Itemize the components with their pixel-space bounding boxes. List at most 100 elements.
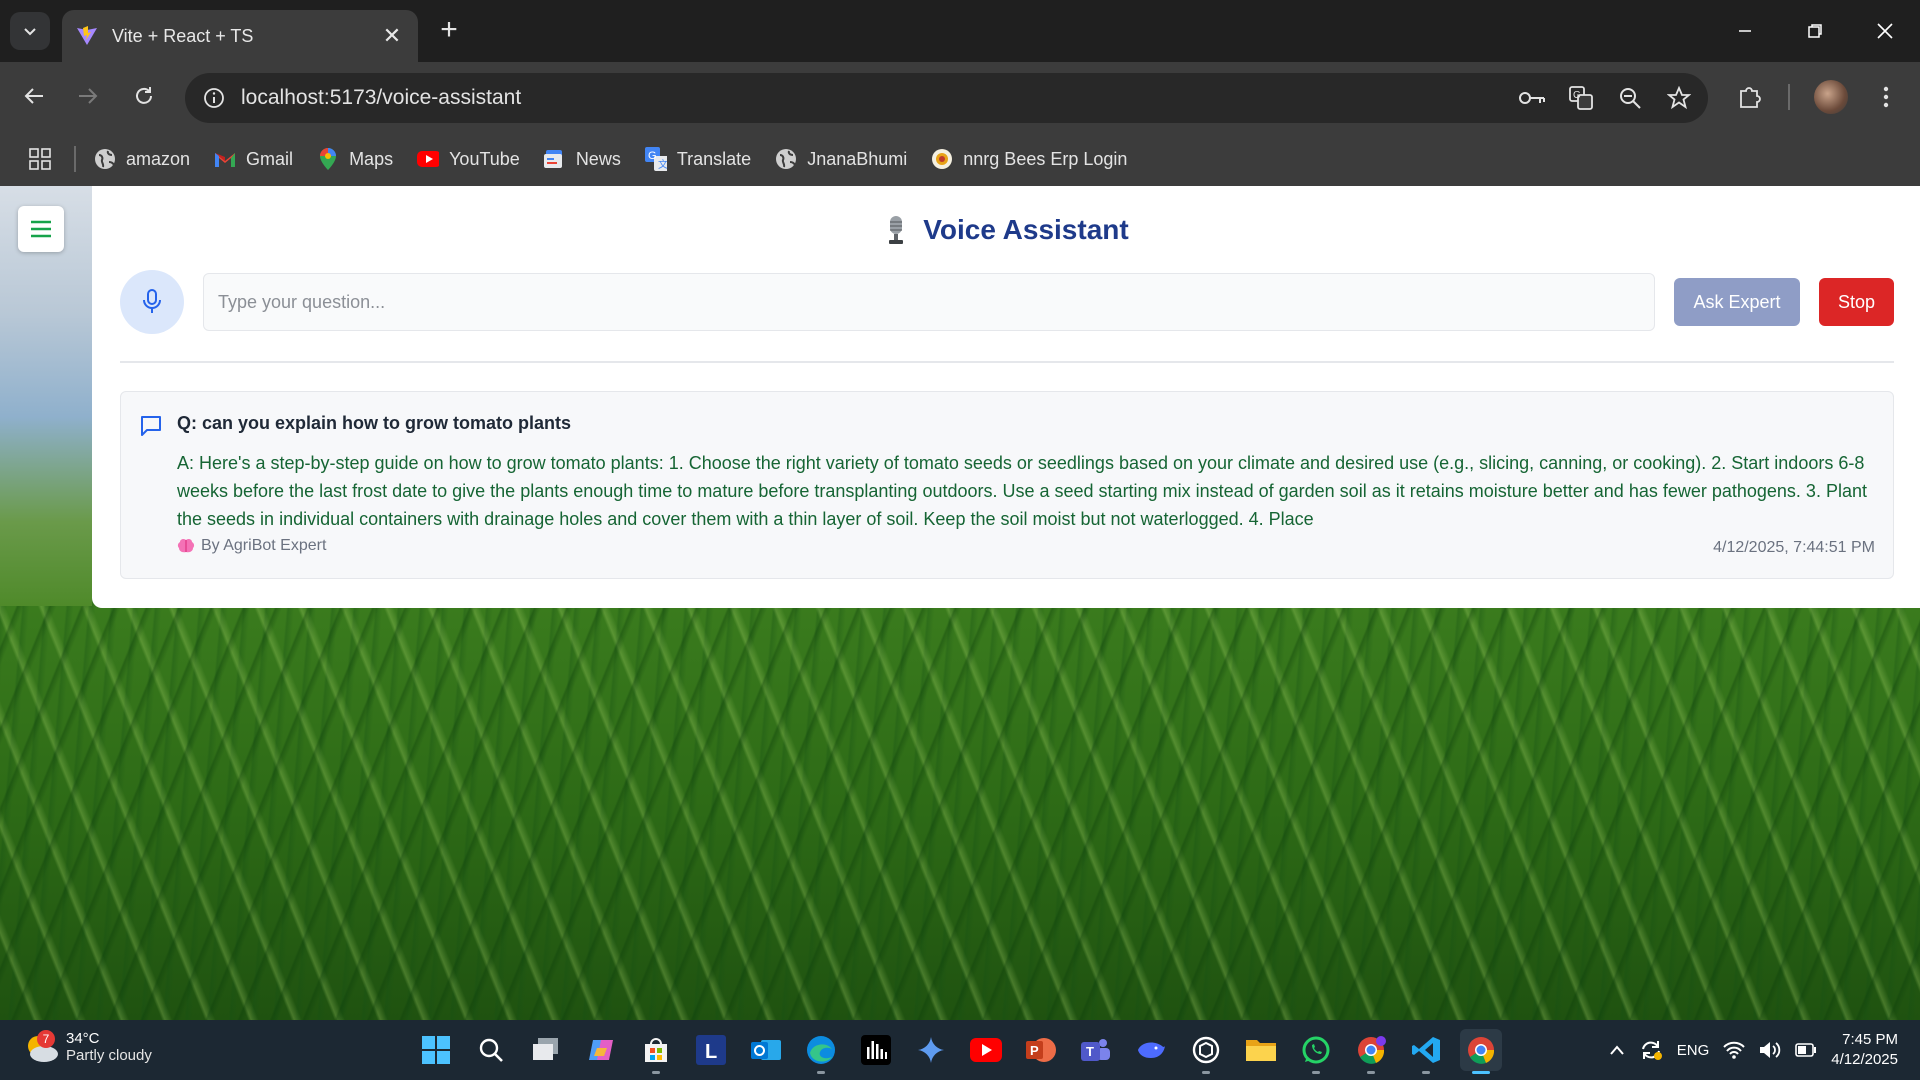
url-text[interactable]: localhost:5173/voice-assistant: [241, 86, 1512, 110]
taskbar-file-explorer[interactable]: [1240, 1029, 1282, 1071]
taskbar-l-app[interactable]: L: [690, 1029, 732, 1071]
tab-search-button[interactable]: [10, 12, 50, 50]
outlook-icon: [751, 1040, 781, 1060]
profile-button[interactable]: [1810, 76, 1852, 118]
taskbar-audio-app[interactable]: [855, 1029, 897, 1071]
chrome-icon: [1358, 1036, 1386, 1064]
hamburger-icon: [31, 220, 51, 238]
page-title: Voice Assistant: [92, 214, 1920, 246]
language-indicator[interactable]: ENG: [1677, 1042, 1710, 1059]
volume-icon[interactable]: [1759, 1041, 1781, 1059]
sync-icon[interactable]: [1639, 1039, 1663, 1061]
apps-grid-icon: [29, 148, 51, 170]
globe-icon: [94, 148, 116, 170]
task-view[interactable]: [525, 1029, 567, 1071]
battery-icon[interactable]: [1795, 1043, 1817, 1057]
page-title-text: Voice Assistant: [923, 214, 1129, 245]
bookmark-nnrg[interactable]: nnrg Bees Erp Login: [931, 148, 1127, 170]
globe-icon: [775, 148, 797, 170]
running-indicator: [1312, 1071, 1320, 1074]
bookmark-maps[interactable]: Maps: [317, 148, 393, 170]
puzzle-icon: [1740, 87, 1761, 108]
chevron-down-icon: [24, 28, 36, 36]
chat-bubble-icon: [141, 416, 161, 436]
wifi-icon[interactable]: [1723, 1041, 1745, 1059]
task-view-icon: [533, 1038, 558, 1060]
author-label: By AgriBot Expert: [201, 537, 327, 554]
hamburger-menu-button[interactable]: [18, 206, 64, 252]
site-info-icon[interactable]: [199, 83, 229, 113]
taskbar-outlook[interactable]: [745, 1029, 787, 1071]
taskbar-edge[interactable]: [800, 1029, 842, 1074]
taskbar-chatgpt[interactable]: [1185, 1029, 1227, 1074]
bookmark-gmail[interactable]: Gmail: [214, 148, 293, 170]
address-bar[interactable]: localhost:5173/voice-assistant G: [185, 73, 1708, 123]
start-button[interactable]: [415, 1029, 457, 1071]
password-key-icon[interactable]: [1512, 78, 1552, 118]
taskbar-chrome-profile[interactable]: [1350, 1029, 1392, 1074]
weather-partly-cloudy-icon: 7: [22, 1028, 60, 1066]
active-tab[interactable]: Vite + React + TS ✕: [62, 10, 418, 62]
vscode-icon: [1412, 1037, 1440, 1063]
taskbar-search[interactable]: [470, 1029, 512, 1071]
clock[interactable]: 7:45 PM 4/12/2025: [1831, 1030, 1898, 1070]
weather-widget[interactable]: 7 34°C Partly cloudy: [22, 1028, 152, 1066]
minimize-button[interactable]: [1722, 12, 1768, 50]
bookmark-news[interactable]: News: [543, 148, 621, 170]
equalizer-icon: [861, 1035, 891, 1065]
browser-menu-button[interactable]: [1865, 76, 1907, 118]
taskbar-youtube[interactable]: [965, 1029, 1007, 1071]
bookmark-amazon[interactable]: amazon: [94, 148, 190, 170]
weather-condition: Partly cloudy: [66, 1047, 152, 1064]
page-viewport: Voice Assistant Ask Expert Stop Q: can y…: [0, 186, 1920, 1020]
system-tray: ENG 7:45 PM 4/12/2025: [1609, 1020, 1920, 1080]
taskbar-gemini[interactable]: [910, 1029, 952, 1071]
taskbar-chrome-active[interactable]: [1460, 1029, 1502, 1074]
answer-text: A: Here's a step-by-step guide on how to…: [177, 453, 1867, 529]
back-button[interactable]: [14, 76, 54, 116]
taskbar-powerpoint[interactable]: P: [1020, 1029, 1062, 1071]
close-icon: [1877, 23, 1893, 39]
question-input[interactable]: [203, 273, 1655, 331]
search-icon: [479, 1038, 503, 1062]
forward-button[interactable]: [68, 76, 108, 116]
toolbar-divider: [1788, 84, 1790, 110]
weather-badge: 7: [37, 1030, 55, 1048]
taskbar-vscode[interactable]: [1405, 1029, 1447, 1074]
stop-button[interactable]: Stop: [1819, 278, 1894, 326]
taskbar-store[interactable]: [635, 1029, 677, 1074]
new-tab-button[interactable]: +: [432, 14, 466, 48]
taskbar-teams[interactable]: T: [1075, 1029, 1117, 1071]
reload-icon: [136, 87, 152, 104]
translate-page-icon[interactable]: G: [1561, 78, 1601, 118]
restore-button[interactable]: [1792, 12, 1838, 50]
close-tab-icon[interactable]: ✕: [380, 23, 404, 49]
close-window-button[interactable]: [1862, 12, 1908, 50]
show-hidden-icons[interactable]: [1609, 1044, 1625, 1056]
svg-text:P: P: [1030, 1043, 1039, 1058]
taskbar-whatsapp[interactable]: [1295, 1029, 1337, 1074]
clock-date: 4/12/2025: [1831, 1051, 1898, 1068]
folder-icon: [1246, 1040, 1276, 1061]
extensions-button[interactable]: [1728, 76, 1770, 118]
ask-expert-button[interactable]: Ask Expert: [1674, 278, 1800, 326]
nnrg-icon: [931, 148, 953, 170]
taskbar-copilot[interactable]: [580, 1029, 622, 1071]
chrome-icon: [1468, 1037, 1495, 1064]
voice-input-button[interactable]: [120, 270, 184, 334]
bookmark-youtube[interactable]: YouTube: [417, 148, 520, 170]
translate-icon: G文: [644, 147, 667, 171]
bookmark-translate[interactable]: G文 Translate: [644, 147, 751, 171]
entry-timestamp: 4/12/2025, 7:44:51 PM: [1713, 539, 1875, 556]
bookmark-star-icon[interactable]: [1659, 78, 1699, 118]
minimize-icon: [1739, 30, 1751, 32]
svg-text:L: L: [705, 1041, 717, 1063]
brain-icon: [177, 538, 195, 553]
more-vert-icon: [1883, 86, 1889, 108]
zoom-icon[interactable]: [1610, 78, 1650, 118]
reload-button[interactable]: [124, 76, 164, 116]
vite-icon: [77, 26, 97, 45]
bookmark-jnanabhumi[interactable]: JnanaBhumi: [775, 148, 907, 170]
taskbar-deepseek[interactable]: [1130, 1029, 1172, 1071]
apps-grid-button[interactable]: [20, 139, 60, 179]
